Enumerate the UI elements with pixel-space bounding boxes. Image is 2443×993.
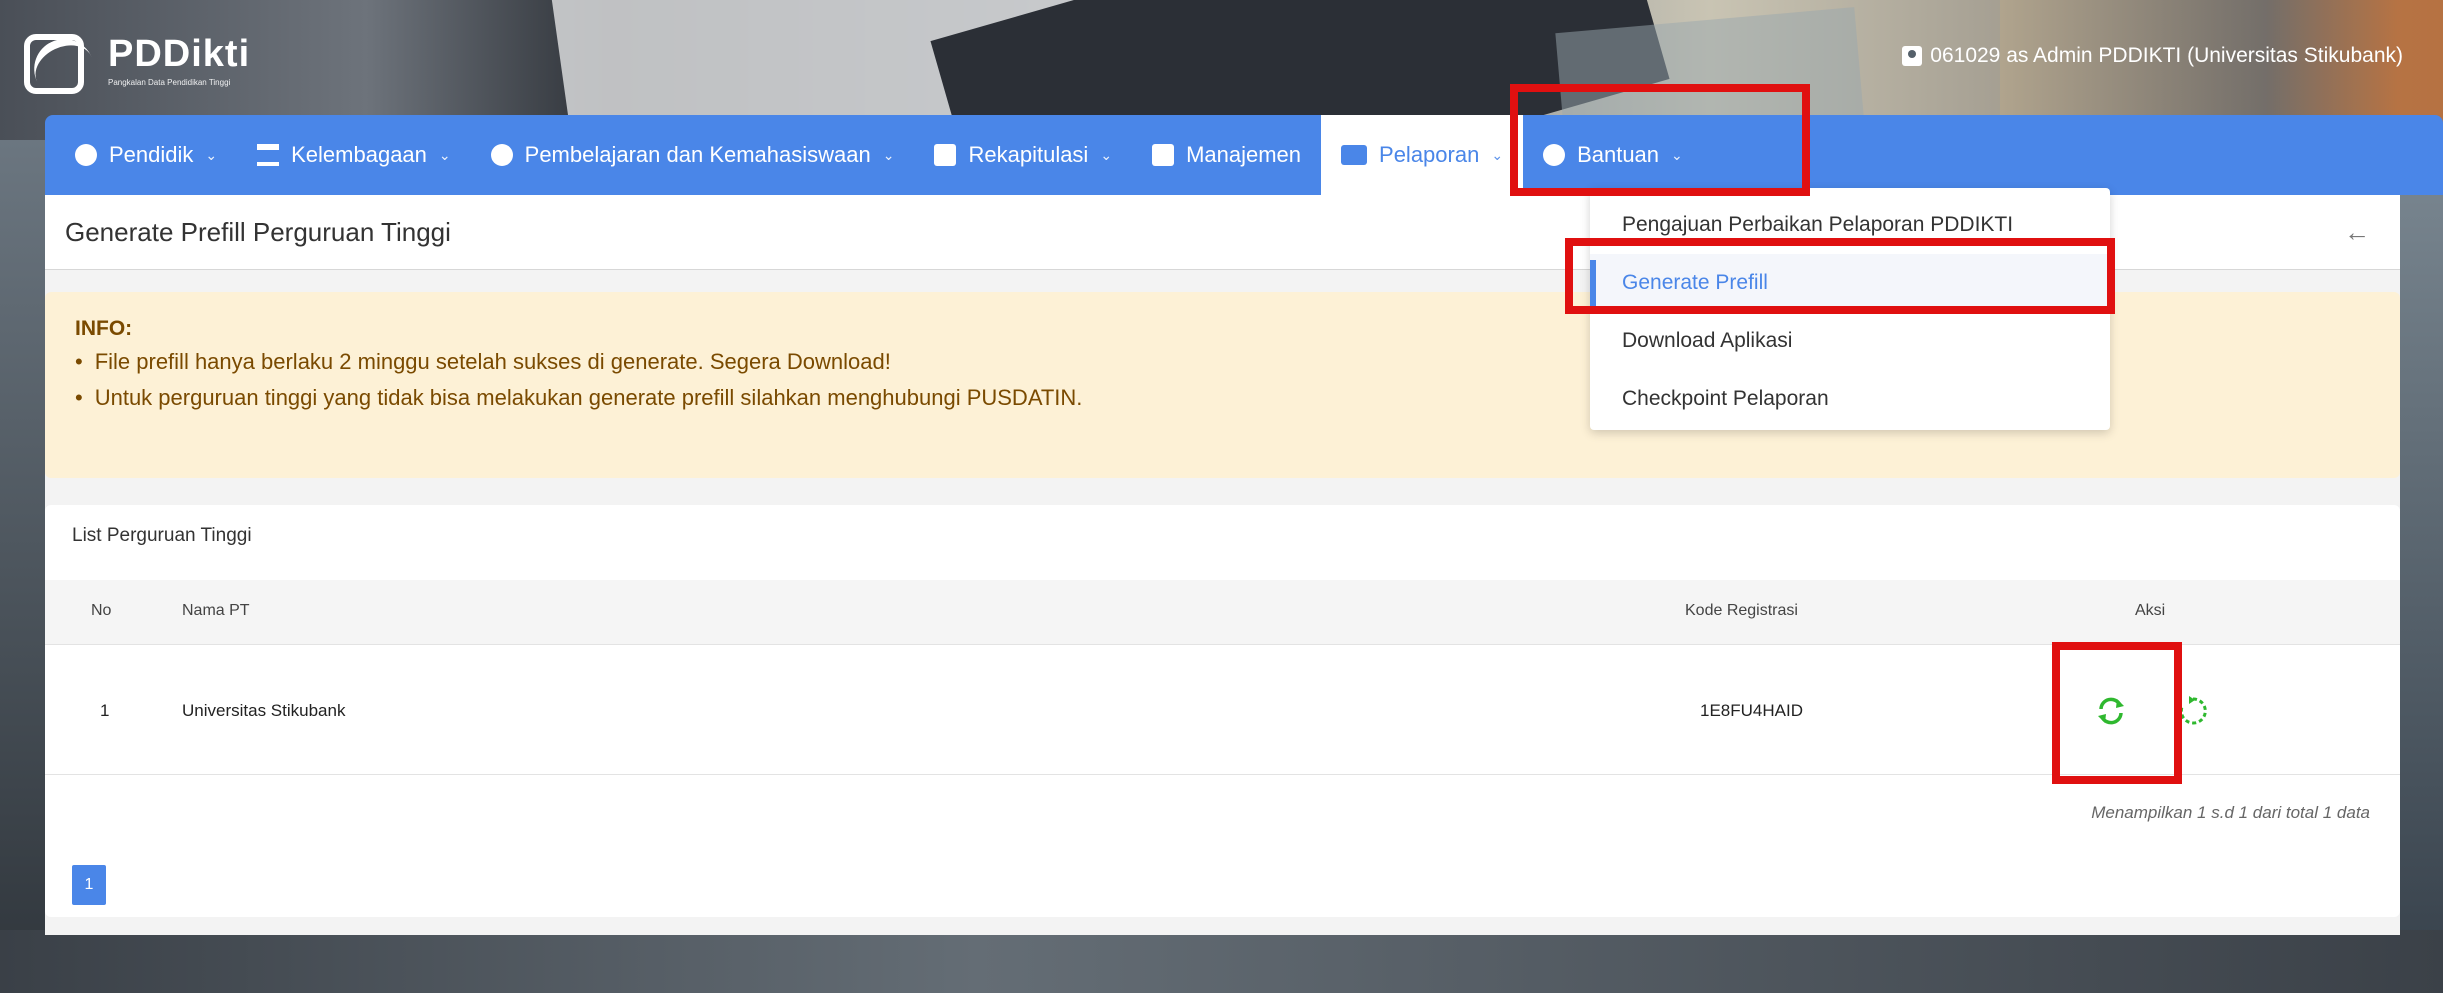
cell-no: 1 [100, 701, 110, 720]
chevron-down-icon: ⌄ [1671, 146, 1683, 163]
page-title: Generate Prefill Perguruan Tinggi [65, 216, 451, 247]
logo-subtitle: Pangkalan Data Pendidikan Tinggi [108, 78, 231, 87]
nav-label: Bantuan [1577, 142, 1660, 167]
pelaporan-dropdown-menu: Pengajuan Perbaikan Pelaporan PDDIKTI Ge… [1590, 188, 2110, 430]
page-button-1[interactable]: 1 [72, 865, 106, 905]
nav-pelaporan[interactable]: Pelaporan ⌄ [1321, 115, 1524, 195]
chart-icon [934, 144, 957, 166]
bg-shape [0, 140, 50, 993]
pagination-summary: Menampilkan 1 s.d 1 dari total 1 data [2091, 803, 2370, 822]
column-header: No [91, 602, 112, 619]
nav-rekapitulasi[interactable]: Rekapitulasi ⌄ [914, 115, 1132, 195]
folder-icon [1341, 145, 1368, 165]
nav-kelembagaan[interactable]: Kelembagaan ⌄ [237, 115, 471, 195]
menu-item-download-aplikasi[interactable]: Download Aplikasi [1590, 312, 2110, 370]
menu-item-generate-prefill[interactable]: Generate Prefill [1590, 254, 2110, 312]
user-circle-icon [1543, 144, 1566, 166]
nav-label: Pembelajaran dan Kemahasiswaan [524, 142, 871, 167]
table-row: 1 Universitas Stikubank 1E8FU4HAID [45, 645, 2400, 775]
user-circle-icon [490, 144, 513, 166]
bg-shape [0, 930, 2443, 993]
refresh-button[interactable] [2175, 693, 2211, 729]
app-logo[interactable]: PDDikti Pangkalan Data Pendidikan Tinggi [18, 20, 250, 100]
user-circle-icon [75, 144, 97, 166]
user-info-label: 061029 as Admin PDDIKTI (Universitas Sti… [1930, 44, 2403, 67]
column-header: Nama PT [182, 602, 250, 619]
user-card-icon [1902, 46, 1923, 66]
nav-label: Rekapitulasi [968, 142, 1089, 167]
nav-label: Kelembagaan [291, 142, 427, 167]
generate-prefill-button[interactable] [2093, 693, 2129, 729]
nav-bantuan[interactable]: Bantuan ⌄ [1523, 115, 1703, 195]
cell-nama-pt: Universitas Stikubank [182, 701, 346, 720]
chevron-down-icon: ⌄ [438, 146, 451, 163]
document-icon [1152, 144, 1175, 166]
nav-pendidik[interactable]: Pendidik ⌄ [55, 115, 237, 195]
column-header: Aksi [2135, 602, 2166, 619]
nav-label: Manajemen [1186, 142, 1302, 167]
logo-title: PDDikti [108, 33, 251, 75]
chevron-down-icon: ⌄ [882, 146, 895, 163]
sync-icon [2098, 697, 2124, 725]
arrow-left-icon[interactable]: ← [2344, 217, 2370, 248]
chevron-down-icon: ⌄ [1491, 146, 1504, 163]
nav-label: Pelaporan [1379, 142, 1480, 167]
chevron-down-icon: ⌄ [205, 146, 218, 163]
refresh-icon [2179, 696, 2207, 725]
menu-item-pengajuan-perbaikan[interactable]: Pengajuan Perbaikan Pelaporan PDDIKTI [1590, 196, 2110, 254]
cell-kode-registrasi: 1E8FU4HAID [1700, 701, 1803, 720]
user-info[interactable]: 061029 as Admin PDDIKTI (Universitas Sti… [1902, 44, 2403, 68]
menu-item-checkpoint-pelaporan[interactable]: Checkpoint Pelaporan [1590, 370, 2110, 428]
logo-mark-icon [18, 20, 98, 100]
table-header: No Nama PT Kode Registrasi Aksi [45, 580, 2400, 645]
bank-icon [257, 144, 280, 166]
list-card: List Perguruan Tinggi No Nama PT Kode Re… [45, 505, 2400, 917]
nav-label: Pendidik [109, 142, 194, 167]
nav-pembelajaran[interactable]: Pembelajaran dan Kemahasiswaan ⌄ [471, 115, 915, 195]
column-header: Kode Registrasi [1685, 602, 1798, 619]
bg-shape [2398, 140, 2443, 993]
nav-manajemen[interactable]: Manajemen [1132, 115, 1321, 195]
main-navbar: Pendidik ⌄ Kelembagaan ⌄ Pembelajaran da… [45, 115, 2443, 195]
list-title: List Perguruan Tinggi [72, 525, 252, 546]
chevron-down-icon: ⌄ [1100, 146, 1113, 163]
